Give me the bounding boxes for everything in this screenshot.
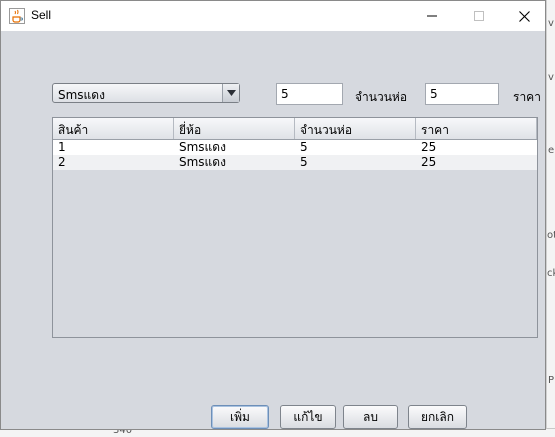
column-header-price[interactable]: ราคา — [416, 118, 537, 139]
price-field[interactable]: 5 — [425, 83, 499, 105]
java-cup-icon — [9, 8, 25, 24]
product-combobox-value: Smsแดง — [58, 88, 105, 102]
column-header-brand[interactable]: ยี่ห้อ — [174, 118, 295, 139]
column-header-product[interactable]: สินค้า — [53, 118, 174, 139]
add-button[interactable]: เพิ่ม — [211, 405, 269, 429]
close-button[interactable] — [501, 1, 547, 31]
close-icon — [518, 10, 530, 22]
delete-button[interactable]: ลบ — [343, 405, 398, 429]
product-combobox[interactable]: Smsแดง — [52, 83, 240, 103]
table-cell: 1 — [58, 140, 66, 154]
background-text: v — [548, 18, 554, 29]
table-cell: 5 — [300, 140, 308, 154]
sell-dialog: Sell Smsแดง 5 จำนวนห่อ 5 ราคา สินค้า ยี่… — [0, 0, 546, 430]
table-cell: Smsแดง — [179, 155, 226, 169]
background-app-edge: v v e ot ck P — [546, 0, 555, 436]
table-cell: Smsแดง — [179, 140, 226, 154]
background-text: e — [548, 145, 555, 156]
column-header-quantity[interactable]: จำนวนห่อ — [295, 118, 416, 139]
chevron-down-icon[interactable] — [222, 84, 239, 102]
table-cell: 25 — [421, 140, 437, 154]
sales-table[interactable]: สินค้า ยี่ห้อ จำนวนห่อ ราคา 1 Smsแดง 5 2… — [52, 117, 538, 338]
background-text: ot — [547, 230, 555, 241]
background-text: v — [548, 72, 554, 83]
dialog-content: Smsแดง 5 จำนวนห่อ 5 ราคา สินค้า ยี่ห้อ จ… — [8, 31, 545, 429]
minimize-button[interactable] — [409, 1, 455, 31]
table-header: สินค้า ยี่ห้อ จำนวนห่อ ราคา — [53, 118, 537, 140]
background-text: ck — [547, 268, 555, 279]
table-cell: 25 — [421, 155, 437, 169]
minimize-icon — [427, 15, 437, 17]
table-cell: 5 — [300, 155, 308, 169]
window-title: Sell — [31, 8, 52, 22]
table-row[interactable]: 1 Smsแดง 5 25 — [53, 140, 537, 155]
table-cell: 2 — [58, 155, 66, 169]
table-row[interactable]: 2 Smsแดง 5 25 — [53, 155, 537, 170]
cancel-button[interactable]: ยกเลิก — [408, 405, 467, 429]
background-text: P — [548, 375, 555, 386]
quantity-field[interactable]: 5 — [276, 83, 343, 105]
maximize-icon — [474, 11, 484, 21]
quantity-label: จำนวนห่อ — [355, 90, 408, 104]
edit-button[interactable]: แก้ไข — [280, 405, 336, 429]
maximize-button[interactable] — [456, 1, 502, 31]
price-label: ราคา — [513, 90, 541, 104]
table-body: 1 Smsแดง 5 25 2 Smsแดง 5 25 — [53, 140, 537, 170]
title-bar[interactable]: Sell — [1, 1, 545, 31]
